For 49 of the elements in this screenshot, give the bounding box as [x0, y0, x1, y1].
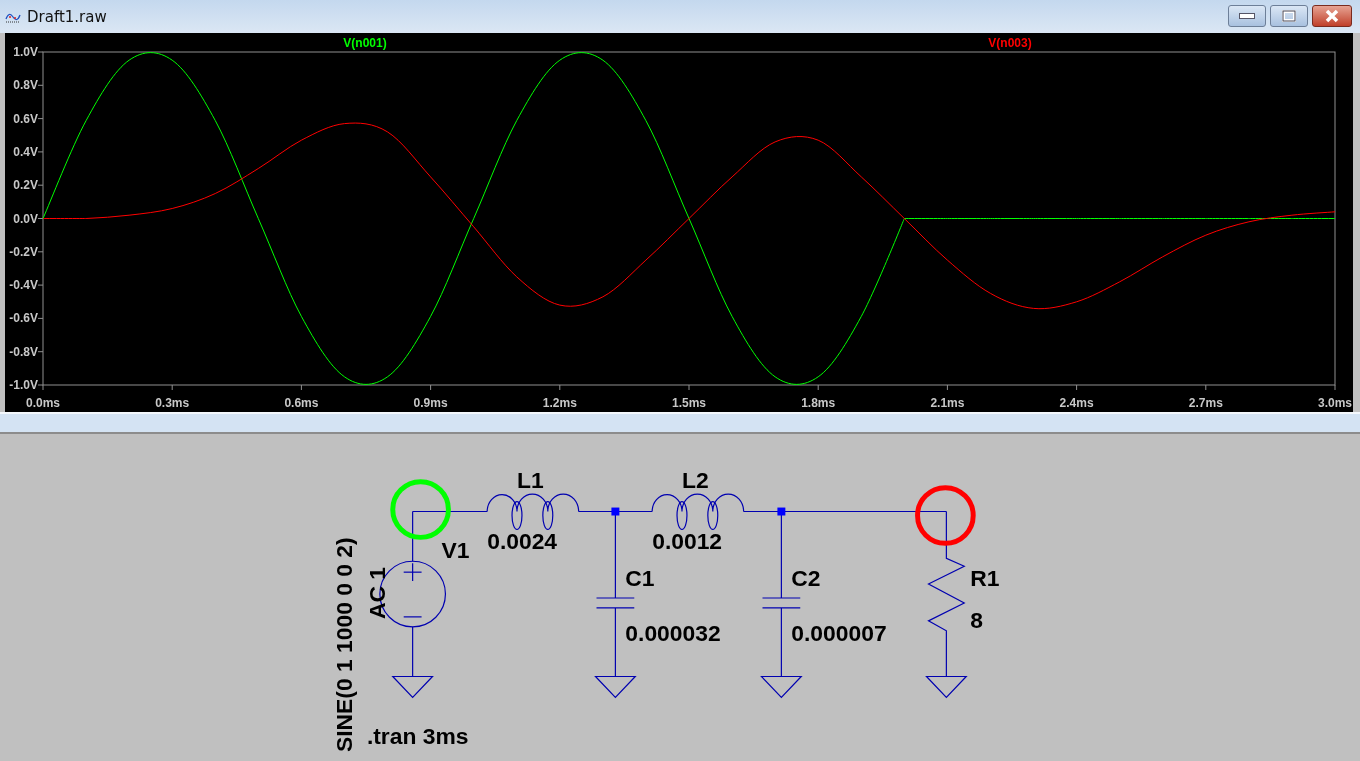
- y-axis-label: -0.2V: [9, 244, 38, 259]
- source-spec: SINE(0 1 1000 0 0 2): [331, 537, 357, 753]
- component-name: R1: [970, 565, 1000, 592]
- component-name: V1: [441, 537, 470, 564]
- close-icon: [1324, 9, 1340, 23]
- component-value: 0.0024: [487, 528, 558, 555]
- trace-label[interactable]: V(n001): [343, 36, 387, 50]
- minimize-button[interactable]: [1228, 5, 1266, 27]
- y-axis-label: 0.8V: [13, 78, 38, 93]
- x-axis-label: 1.2ms: [542, 396, 577, 410]
- maximize-button[interactable]: [1270, 5, 1308, 27]
- y-axis-label: 0.2V: [13, 178, 38, 193]
- x-axis-label: 3.0ms: [1318, 396, 1352, 410]
- simulation-directive: .tran 3ms: [366, 723, 469, 750]
- window-title: Draft1.raw: [27, 7, 108, 26]
- minimize-icon: [1239, 13, 1255, 19]
- ground-symbol: [760, 675, 803, 699]
- y-axis-label: 0.4V: [13, 144, 38, 159]
- x-axis-label: 1.5ms: [672, 396, 706, 410]
- y-axis-label: 0.0V: [13, 211, 38, 226]
- component-name: L2: [682, 466, 709, 493]
- ground-symbol: [391, 675, 434, 699]
- x-axis-label: 0.6ms: [284, 396, 319, 410]
- ground-symbol: [925, 675, 968, 699]
- trace-label[interactable]: V(n003): [988, 36, 1032, 50]
- y-axis-label: 1.0V: [13, 45, 38, 59]
- component-name: C2: [791, 565, 821, 592]
- x-axis-label: 0.0ms: [26, 396, 60, 410]
- close-button[interactable]: [1312, 5, 1352, 27]
- y-axis-label: -0.6V: [9, 311, 38, 326]
- x-axis-label: 0.9ms: [413, 396, 448, 410]
- y-axis-label: -1.0V: [9, 378, 38, 392]
- ground-symbol: [594, 675, 637, 699]
- x-axis-label: 0.3ms: [155, 396, 190, 410]
- x-axis-label: 1.8ms: [801, 396, 836, 410]
- x-axis-label: 2.1ms: [930, 396, 965, 410]
- component-name: C1: [625, 565, 655, 592]
- component-value: 8: [970, 606, 983, 633]
- x-axis-label: 2.4ms: [1059, 396, 1094, 410]
- component-name: L1: [517, 466, 544, 493]
- y-axis-label: -0.4V: [9, 278, 38, 293]
- component-value: AC 1: [363, 567, 390, 620]
- y-axis-label: -0.8V: [9, 344, 38, 359]
- y-axis-label: 0.6V: [13, 111, 38, 126]
- x-axis-label: 2.7ms: [1188, 396, 1223, 410]
- maximize-icon: [1282, 10, 1296, 22]
- component-value: 0.000007: [791, 619, 887, 646]
- component-value: 0.0012: [652, 528, 723, 555]
- component-value: 0.000032: [625, 619, 721, 646]
